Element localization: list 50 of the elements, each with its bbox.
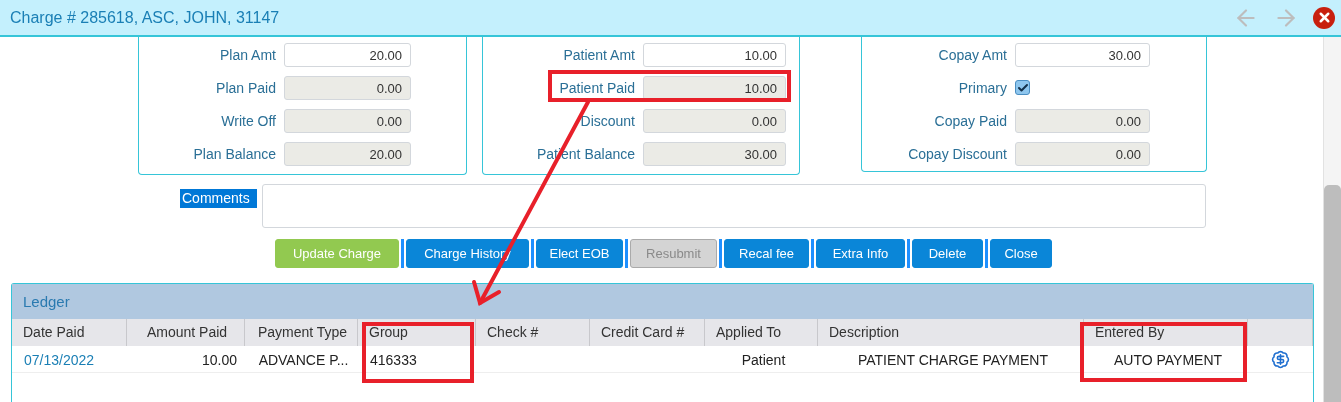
checkbox[interactable] <box>1015 80 1030 95</box>
action-button[interactable]: Delete <box>912 239 983 268</box>
table-cell: 10.00 <box>127 346 245 373</box>
field-label: Copay Paid <box>933 112 1007 129</box>
action-button[interactable]: Elect EOB <box>536 239 623 268</box>
field-label: Copay Amt <box>937 46 1007 63</box>
window-title: Charge # 285618, ASC, JOHN, 31147 <box>10 8 281 27</box>
field-label: Write Off <box>220 112 276 129</box>
input-field[interactable]: 10.00 <box>643 42 786 67</box>
field-label: Patient Amt <box>562 46 635 63</box>
input-field[interactable]: 0.00 <box>1015 108 1150 133</box>
input-field[interactable]: 0.00 <box>284 75 411 100</box>
column-header[interactable]: Payment Type <box>245 319 358 346</box>
table-cell: ADVANCE P... <box>245 346 358 373</box>
action-button[interactable]: Close <box>990 239 1052 268</box>
scrollbar-thumb[interactable] <box>1324 185 1341 402</box>
column-header <box>1248 319 1313 346</box>
date-link[interactable]: 07/13/2022 <box>12 346 127 373</box>
dollar-gear-icon[interactable] <box>1271 349 1290 369</box>
comments-field[interactable] <box>262 184 1206 228</box>
action-button[interactable]: Extra Info <box>816 239 905 268</box>
input-field[interactable]: 10.00 <box>643 75 786 100</box>
input-field[interactable]: 20.00 <box>284 42 411 67</box>
field-label: Primary <box>957 79 1007 96</box>
input-field[interactable]: 30.00 <box>643 141 786 166</box>
field-label: Discount <box>579 112 635 129</box>
field-label: Copay Discount <box>907 145 1007 162</box>
field-label: Plan Paid <box>215 79 276 96</box>
column-header[interactable]: Check # <box>476 319 590 346</box>
input-field[interactable]: 0.00 <box>284 108 411 133</box>
action-button[interactable]: Recal fee <box>724 239 809 268</box>
table-cell: PATIENT CHARGE PAYMENT <box>818 346 1084 373</box>
table-cell: 416333 <box>358 346 476 373</box>
table-cell: AUTO PAYMENT <box>1084 346 1248 373</box>
column-header[interactable]: Date Paid <box>12 319 127 346</box>
column-header[interactable]: Applied To <box>705 319 818 346</box>
table-cell: Patient <box>705 346 818 373</box>
column-header[interactable]: Amount Paid <box>127 319 245 346</box>
ledger-title: Ledger <box>23 293 70 310</box>
input-field[interactable]: 0.00 <box>643 108 786 133</box>
field-label: Patient Paid <box>558 79 635 96</box>
comments-label: Comments <box>180 189 257 208</box>
close-icon[interactable] <box>1313 6 1335 29</box>
input-field[interactable]: 0.00 <box>1015 141 1150 166</box>
field-label: Plan Balance <box>192 145 276 162</box>
input-field[interactable]: 20.00 <box>284 141 411 166</box>
column-header[interactable]: Description <box>818 319 1084 346</box>
input-field[interactable]: 30.00 <box>1015 42 1150 67</box>
column-header[interactable]: Credit Card # <box>590 319 705 346</box>
field-label: Plan Amt <box>218 46 276 63</box>
